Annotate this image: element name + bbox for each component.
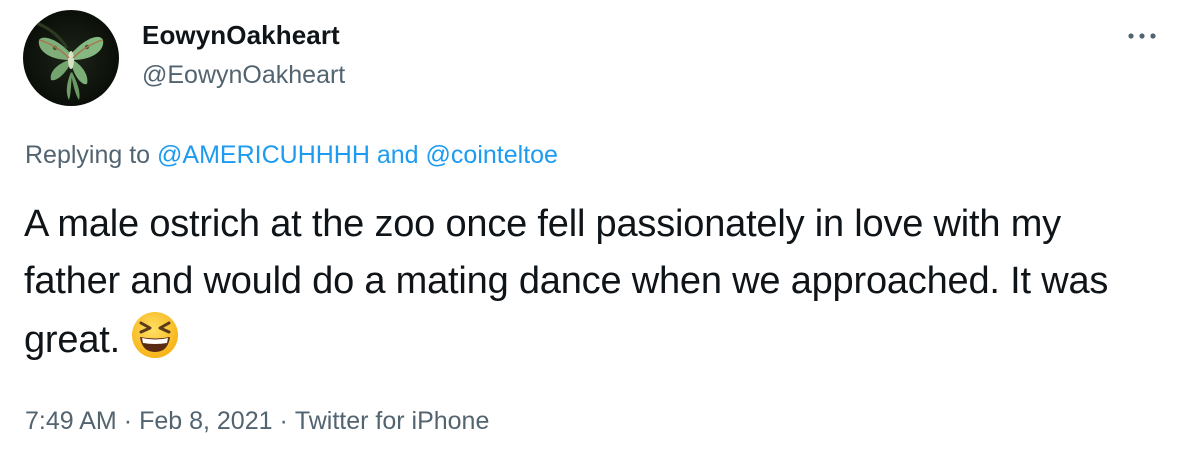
tweet-metadata: 7:49 AM · Feb 8, 2021 · Twitter for iPhone	[25, 407, 489, 436]
tweet-body: A male ostrich at the zoo once fell pass…	[24, 196, 1144, 369]
more-options-icon	[1128, 33, 1156, 39]
tweet-time[interactable]: 7:49 AM	[25, 407, 117, 435]
tweet-date[interactable]: Feb 8, 2021	[139, 407, 272, 435]
separator: ·	[123, 407, 133, 435]
tweet-source[interactable]: Twitter for iPhone	[295, 407, 490, 435]
reply-mention-americuhhhh[interactable]: @AMERICUHHHH	[157, 141, 370, 169]
replying-to: Replying to @AMERICUHHHH and @cointeltoe	[25, 141, 558, 170]
replying-to-prefix: Replying to	[25, 141, 151, 169]
avatar[interactable]	[23, 10, 119, 106]
separator: ·	[279, 407, 288, 435]
grinning-squinting-face-emoji-icon	[131, 312, 178, 358]
reply-conjunction[interactable]: and	[377, 141, 419, 169]
luna-moth-icon	[26, 18, 104, 100]
more-options-button[interactable]	[1122, 18, 1162, 54]
tweet-text: A male ostrich at the zoo once fell pass…	[24, 203, 1109, 361]
author-display-name[interactable]: EowynOakheart	[142, 20, 340, 51]
author-handle[interactable]: @EowynOakheart	[142, 61, 345, 90]
reply-mention-cointeltoe[interactable]: @cointeltoe	[426, 141, 558, 169]
